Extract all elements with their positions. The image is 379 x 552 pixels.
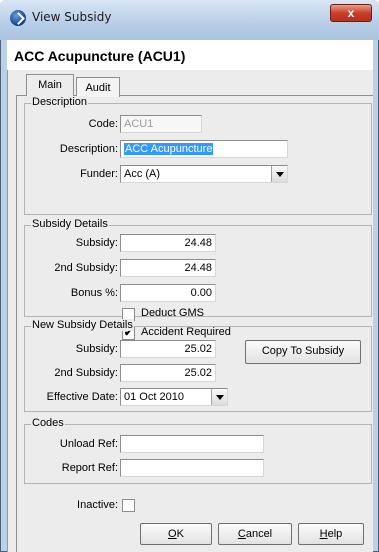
tab-audit[interactable]: Audit xyxy=(76,77,120,97)
code-label: Code: xyxy=(88,118,118,130)
tab-main[interactable]: Main xyxy=(26,74,74,96)
report-ref-label: Report Ref: xyxy=(61,462,118,474)
page-title: ACC Acupuncture (ACU1) xyxy=(14,48,186,64)
close-icon[interactable]: x xyxy=(330,4,372,22)
funder-label: Funder: xyxy=(80,168,118,180)
copy-to-subsidy-button[interactable]: Copy To Subsidy xyxy=(245,340,361,364)
unload-ref-label: Unload Ref: xyxy=(59,438,118,450)
ok-button[interactable]: OK xyxy=(140,523,212,545)
subsidy-details-legend: Subsidy Details xyxy=(31,218,109,230)
new-subsidy-field[interactable]: 25.02 xyxy=(120,340,216,358)
effective-date-value: 01 Oct 2010 xyxy=(124,391,184,403)
bonus-label: Bonus %: xyxy=(70,287,118,299)
second-subsidy-label: 2nd Subsidy: xyxy=(54,262,118,274)
description-label: Description: xyxy=(59,143,118,155)
inactive-checkbox[interactable] xyxy=(122,499,135,512)
description-field[interactable]: ACC Acupuncture xyxy=(120,140,288,158)
new-subsidy-details-legend: New Subsidy Details xyxy=(31,319,134,331)
funder-select[interactable]: Acc (A) xyxy=(120,165,288,183)
app-icon xyxy=(10,10,26,26)
help-button[interactable]: Help xyxy=(298,523,364,545)
funder-value: Acc (A) xyxy=(124,168,161,180)
description-value: ACC Acupuncture xyxy=(124,143,214,155)
deduct-gms-label: Deduct GMS xyxy=(141,307,204,319)
effective-date-picker[interactable]: 01 Oct 2010 xyxy=(120,388,228,406)
codes-legend: Codes xyxy=(31,417,65,429)
description-legend: Description xyxy=(31,96,89,108)
cancel-label-rest: ancel xyxy=(245,528,273,540)
new-second-subsidy-label: 2nd Subsidy: xyxy=(54,367,118,379)
chevron-down-icon[interactable] xyxy=(271,166,287,182)
calendar-dropdown-icon[interactable] xyxy=(211,389,227,405)
code-field: ACU1 xyxy=(120,115,202,133)
inactive-label: Inactive: xyxy=(77,499,118,511)
effective-date-label: Effective Date: xyxy=(46,391,118,403)
window-title: View Subsidy xyxy=(32,10,112,24)
new-subsidy-label: Subsidy: xyxy=(75,343,118,355)
cancel-button[interactable]: Cancel xyxy=(218,523,292,545)
second-subsidy-field[interactable]: 24.48 xyxy=(120,259,216,277)
subsidy-field[interactable]: 24.48 xyxy=(120,234,216,252)
help-label-rest: elp xyxy=(327,528,343,540)
ok-mnemonic: O xyxy=(168,528,177,540)
ok-label-rest: K xyxy=(176,528,184,540)
bonus-field[interactable]: 0.00 xyxy=(120,284,216,302)
help-mnemonic: H xyxy=(319,528,328,540)
subsidy-label: Subsidy: xyxy=(75,237,118,249)
unload-ref-field[interactable] xyxy=(120,435,264,453)
cancel-mnemonic: C xyxy=(237,528,246,540)
new-second-subsidy-field[interactable]: 25.02 xyxy=(120,364,216,382)
report-ref-field[interactable] xyxy=(120,459,264,477)
